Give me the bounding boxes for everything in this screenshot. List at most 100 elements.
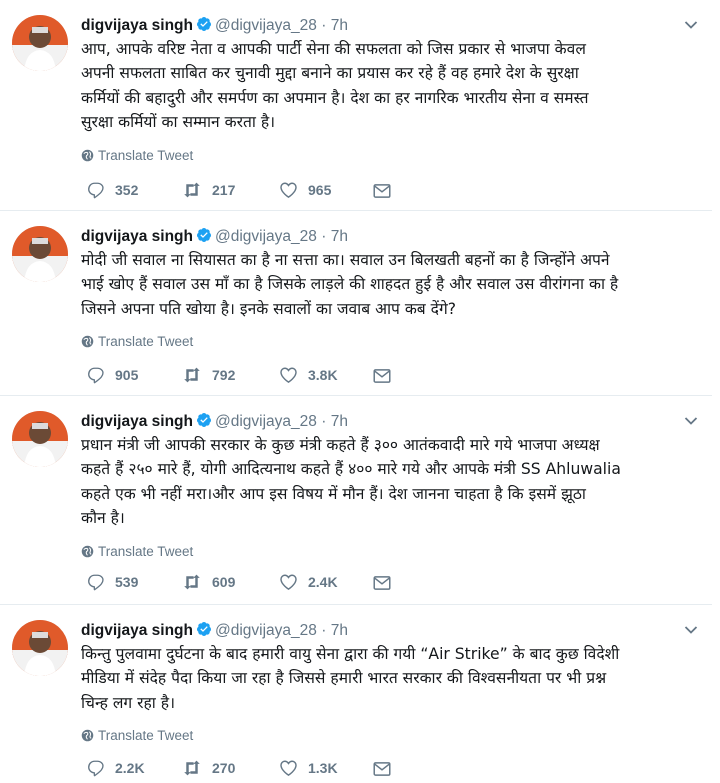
retweet-count: 217: [212, 182, 236, 198]
verified-badge-icon: [196, 228, 211, 242]
translate-tweet-link[interactable]: Translate Tweet: [81, 333, 692, 351]
timestamp[interactable]: 7h: [331, 17, 348, 34]
reply-button[interactable]: 352: [87, 179, 138, 201]
message-icon: [373, 369, 391, 383]
chevron-down-icon[interactable]: [684, 625, 698, 635]
globe-icon: [81, 729, 94, 742]
avatar[interactable]: [12, 411, 68, 467]
avatar[interactable]: [12, 620, 68, 676]
verified-badge-icon: [196, 17, 211, 31]
reply-count: 905: [115, 367, 139, 383]
display-name[interactable]: digvijaya singh: [81, 622, 193, 639]
reply-count: 352: [115, 182, 139, 198]
reply-count: 539: [115, 574, 139, 590]
tweet-header: digvijaya singh @digvijaya_28 · 7h: [81, 15, 698, 37]
message-icon: [373, 762, 391, 776]
translate-label: Translate Tweet: [98, 543, 194, 559]
tweet-actions: 352 217 965: [87, 179, 407, 201]
tweet[interactable]: digvijaya singh @digvijaya_28 · 7h आप, आप…: [0, 0, 712, 211]
reply-count: 2.2K: [115, 760, 145, 776]
like-icon: [280, 367, 297, 383]
tweet-text: प्रधान मंत्री जी आपकी सरकार के कुछ मंत्र…: [81, 436, 621, 528]
retweet-icon: [184, 182, 200, 198]
tweet-header: digvijaya singh @digvijaya_28 · 7h: [81, 411, 698, 433]
handle[interactable]: @digvijaya_28: [215, 413, 317, 430]
display-name[interactable]: digvijaya singh: [81, 17, 193, 34]
like-button[interactable]: 965: [279, 179, 331, 201]
separator-dot: ·: [321, 413, 327, 430]
reply-icon: [88, 574, 104, 591]
globe-icon: [81, 545, 94, 557]
retweet-count: 792: [212, 367, 236, 383]
handle[interactable]: @digvijaya_28: [215, 228, 317, 245]
chevron-down-icon[interactable]: [684, 20, 698, 30]
message-button[interactable]: [373, 571, 401, 593]
avatar[interactable]: [12, 15, 68, 71]
like-count: 3.8K: [308, 367, 338, 383]
message-icon: [373, 184, 391, 198]
separator-dot: ·: [321, 622, 327, 639]
verified-badge-icon: [196, 622, 211, 636]
tweet-content: digvijaya singh @digvijaya_28 · 7h किन्तु…: [81, 620, 698, 745]
handle[interactable]: @digvijaya_28: [215, 622, 317, 639]
retweet-count: 609: [212, 574, 236, 590]
like-count: 2.4K: [308, 574, 338, 590]
retweet-icon: [184, 760, 200, 776]
tweet[interactable]: digvijaya singh @digvijaya_28 · 7h प्रधान…: [0, 396, 712, 605]
reply-button[interactable]: 2.2K: [87, 757, 145, 779]
tweet-actions: 905 792 3.8K: [87, 364, 407, 386]
reply-icon: [88, 367, 104, 384]
retweet-count: 270: [212, 760, 236, 776]
like-icon: [280, 760, 297, 776]
tweet-text: आप, आपके वरिष्ट नेता व आपकी पार्टी सेना …: [81, 40, 589, 132]
retweet-button[interactable]: 270: [182, 757, 235, 779]
tweet-actions: 539 609 2.4K: [87, 571, 407, 593]
translate-tweet-link[interactable]: Translate Tweet: [81, 543, 692, 561]
tweet-actions: 2.2K 270 1.3K: [87, 757, 407, 779]
retweet-icon: [184, 574, 200, 590]
translate-tweet-link[interactable]: Translate Tweet: [81, 727, 692, 745]
timestamp[interactable]: 7h: [331, 228, 348, 245]
retweet-icon: [184, 367, 200, 383]
globe-icon: [81, 149, 94, 161]
tweet-content: digvijaya singh @digvijaya_28 · 7h आप, आप…: [81, 15, 698, 165]
translate-label: Translate Tweet: [98, 334, 194, 350]
like-button[interactable]: 3.8K: [279, 364, 338, 386]
like-count: 1.3K: [308, 760, 338, 776]
reply-button[interactable]: 905: [87, 364, 138, 386]
timestamp[interactable]: 7h: [331, 622, 348, 639]
like-button[interactable]: 2.4K: [279, 571, 338, 593]
tweet-text: किन्तु पुलवामा दुर्घटना के बाद हमारी वाय…: [81, 645, 620, 712]
translate-label: Translate Tweet: [98, 147, 194, 163]
verified-badge-icon: [196, 413, 211, 427]
reply-button[interactable]: 539: [87, 571, 138, 593]
timestamp[interactable]: 7h: [331, 413, 348, 430]
scrollbar[interactable]: [712, 0, 720, 783]
message-button[interactable]: [373, 364, 401, 386]
display-name[interactable]: digvijaya singh: [81, 228, 193, 245]
tweet-text: मोदी जी सवाल ना सियासत का है ना सत्ता का…: [81, 251, 619, 318]
like-icon: [280, 574, 297, 590]
handle[interactable]: @digvijaya_28: [215, 17, 317, 34]
separator-dot: ·: [321, 17, 327, 34]
reply-icon: [88, 182, 104, 199]
translate-label: Translate Tweet: [98, 728, 194, 744]
message-button[interactable]: [373, 757, 401, 779]
display-name[interactable]: digvijaya singh: [81, 413, 193, 430]
separator-dot: ·: [321, 228, 327, 245]
tweet-content: digvijaya singh @digvijaya_28 · 7h प्रधान…: [81, 411, 698, 561]
like-icon: [280, 182, 297, 198]
globe-icon: [81, 335, 94, 348]
message-button[interactable]: [373, 179, 401, 201]
tweet[interactable]: digvijaya singh @digvijaya_28 · 7h मोदी ज…: [0, 211, 712, 396]
retweet-button[interactable]: 609: [182, 571, 235, 593]
avatar[interactable]: [12, 226, 68, 282]
retweet-button[interactable]: 217: [182, 179, 235, 201]
tweet[interactable]: digvijaya singh @digvijaya_28 · 7h किन्तु…: [0, 605, 712, 783]
retweet-button[interactable]: 792: [182, 364, 235, 386]
tweet-content: digvijaya singh @digvijaya_28 · 7h मोदी ज…: [81, 226, 692, 351]
like-button[interactable]: 1.3K: [279, 757, 338, 779]
chevron-down-icon[interactable]: [684, 416, 698, 426]
translate-tweet-link[interactable]: Translate Tweet: [81, 147, 692, 165]
like-count: 965: [308, 182, 332, 198]
